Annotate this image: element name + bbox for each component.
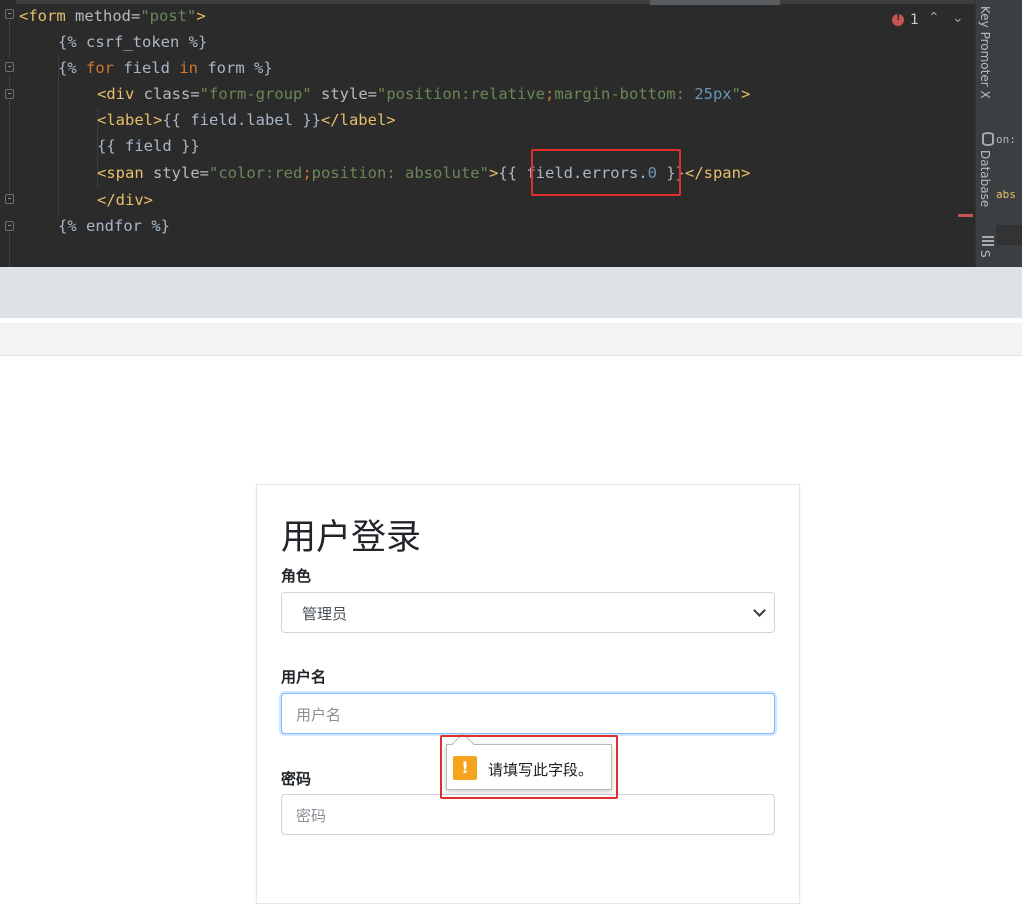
code-line: {% for field in form %} xyxy=(58,59,273,77)
fold-guide xyxy=(9,21,10,59)
structure-icon xyxy=(982,236,994,246)
code-line: {{ field }} xyxy=(97,137,200,155)
username-input[interactable]: 用户名 xyxy=(281,693,775,734)
code-line: <label>{{ field.label }}</label> xyxy=(97,111,396,129)
password-placeholder: 密码 xyxy=(296,807,327,825)
chevron-down-icon[interactable]: ⌄ xyxy=(952,10,964,26)
horizontal-scroll-thumb[interactable] xyxy=(650,0,780,5)
code-highlight-box xyxy=(531,149,681,196)
username-placeholder: 用户名 xyxy=(296,706,342,724)
editor-gutter xyxy=(0,0,16,267)
login-card: 用户登录 角色 管理员 用户名 用户名 密码 密码 xyxy=(256,484,800,904)
fold-toggle-icon[interactable] xyxy=(5,194,14,204)
error-count: 1 xyxy=(910,12,919,28)
key-promoter-tab[interactable]: Key Promoter X xyxy=(978,6,992,99)
role-label: 角色 xyxy=(281,567,312,585)
code-line: {% endfor %} xyxy=(58,217,170,235)
fold-guide xyxy=(9,74,10,88)
page-title: 用户登录 xyxy=(281,518,422,558)
fold-toggle-icon[interactable] xyxy=(5,9,14,19)
structure-tab[interactable]: S xyxy=(978,250,992,258)
password-label: 密码 xyxy=(281,770,312,788)
fold-guide xyxy=(9,101,10,193)
side-code-fragment: abs xyxy=(996,188,1016,201)
code-line: </div> xyxy=(97,191,153,209)
fold-toggle-icon[interactable] xyxy=(5,89,14,99)
side-code-fragment: on: xyxy=(996,133,1016,146)
chevron-up-icon[interactable]: ⌃ xyxy=(928,10,940,26)
fold-toggle-icon[interactable] xyxy=(5,62,14,72)
error-icon xyxy=(892,12,904,26)
side-strip xyxy=(996,225,1022,245)
username-label: 用户名 xyxy=(281,668,327,686)
database-tab[interactable]: Database xyxy=(978,150,992,207)
chevron-down-icon xyxy=(753,604,766,617)
code-line: {% csrf_token %} xyxy=(58,33,208,51)
fold-toggle-icon[interactable] xyxy=(5,221,14,231)
browser-toolbar-strip xyxy=(0,267,1022,318)
browser-bookmarks-strip xyxy=(0,323,1022,356)
role-select[interactable]: 管理员 xyxy=(281,592,775,633)
code-editor[interactable]: <form method="post"> {% csrf_token %} {%… xyxy=(0,0,1022,267)
password-input[interactable]: 密码 xyxy=(281,794,775,835)
fold-guide xyxy=(9,233,10,267)
database-icon xyxy=(982,132,994,146)
role-select-value: 管理员 xyxy=(302,605,348,623)
tooltip-highlight-box xyxy=(440,735,618,799)
error-stripe-mark[interactable] xyxy=(958,214,973,217)
code-line: <div class="form-group" style="position:… xyxy=(97,85,751,103)
error-indicator[interactable]: 1 xyxy=(892,12,919,28)
code-line: <form method="post"> xyxy=(19,7,206,25)
